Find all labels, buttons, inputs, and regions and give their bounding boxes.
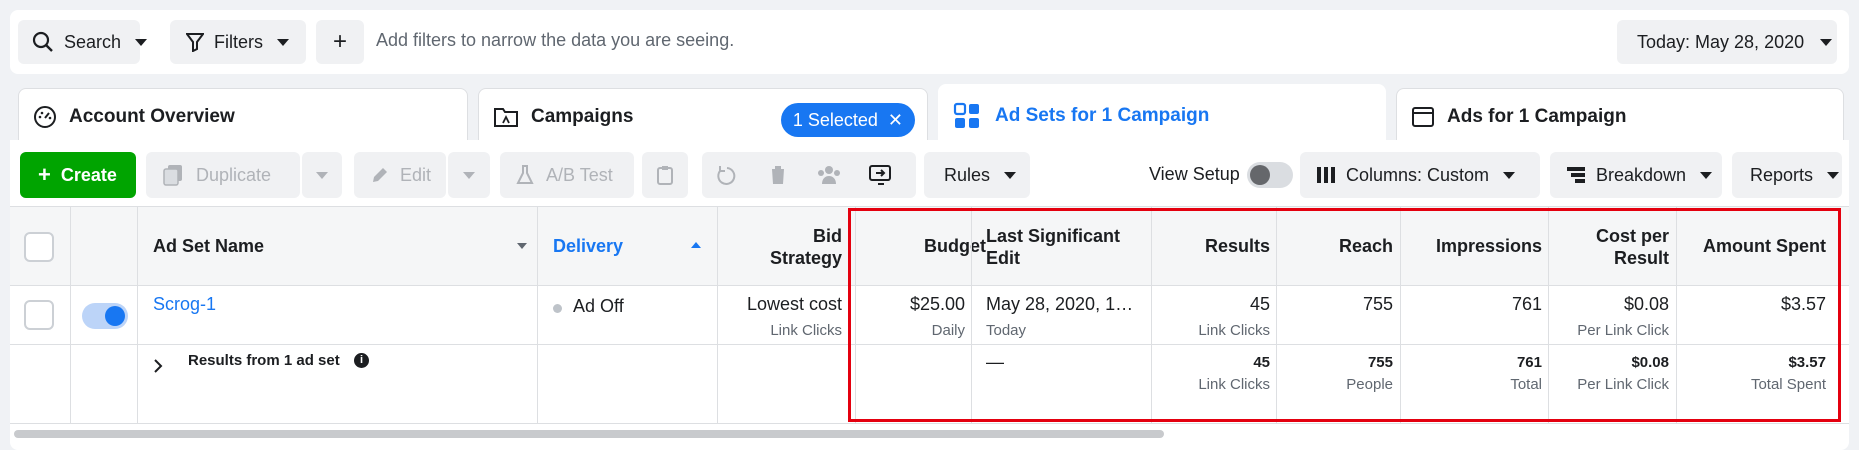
plus-icon: + (332, 28, 347, 55)
bid-strategy-sub: Link Clicks (770, 322, 842, 339)
rules-button[interactable]: Rules (924, 152, 1030, 198)
toolbar-icon-group (702, 152, 916, 198)
ab-test-button[interactable]: A/B Test (500, 152, 634, 198)
ad-set-name-link[interactable]: Scrog-1 (153, 294, 216, 315)
filter-icon (186, 33, 204, 52)
gauge-icon (34, 105, 56, 128)
trash-icon[interactable] (768, 164, 788, 191)
clipboard-icon (657, 166, 673, 185)
filters-label: Filters (214, 31, 263, 52)
duplicate-button[interactable]: Duplicate (146, 152, 300, 198)
date-label: Today: May 28, 2020 (1637, 31, 1805, 52)
edit-label: Edit (400, 164, 432, 185)
status-dot (553, 304, 562, 313)
tab-label: Ad Sets for 1 Campaign (995, 104, 1210, 126)
reports-button[interactable]: Reports (1732, 152, 1842, 198)
edit-dropdown[interactable] (448, 152, 490, 198)
duplicate-label: Duplicate (196, 164, 272, 185)
reports-label: Reports (1750, 164, 1814, 185)
filter-bar: Search Filters + Add filters to narrow t… (10, 10, 1849, 74)
folder-flag-icon (494, 107, 518, 127)
search-icon (32, 31, 53, 52)
info-icon[interactable]: i (354, 353, 369, 368)
chevron-down-icon (463, 171, 475, 179)
view-setup-toggle[interactable] (1247, 162, 1293, 188)
create-label: Create (60, 164, 117, 185)
chevron-down-icon (277, 38, 289, 46)
breakdown-icon (1567, 167, 1585, 183)
columns-button[interactable]: Columns: Custom (1300, 152, 1540, 198)
chevron-down-icon (1004, 171, 1017, 179)
view-setup-label: View Setup (1149, 164, 1240, 184)
tab-ad-sets[interactable]: Ad Sets for 1 Campaign (938, 84, 1386, 146)
chevron-down-icon (1700, 171, 1713, 179)
filters-button[interactable]: Filters (170, 20, 306, 64)
selected-count: 1 Selected (792, 109, 878, 130)
search-label: Search (64, 31, 122, 52)
duplicate-dropdown[interactable] (302, 152, 342, 198)
sort-up-icon[interactable] (691, 242, 701, 248)
select-all-checkbox[interactable] (24, 232, 54, 262)
pencil-icon (373, 168, 387, 182)
highlight-box (848, 208, 1841, 422)
add-filter-button[interactable]: + (316, 20, 364, 64)
plus-icon: + (38, 162, 51, 187)
header-bid-strategy-2: Strategy (769, 248, 842, 268)
header-bid-strategy-1[interactable]: Bid (730, 226, 842, 247)
duplicate-icon (163, 165, 182, 186)
tab-label: Ads for 1 Campaign (1447, 105, 1627, 127)
clipboard-button[interactable] (642, 152, 688, 198)
tab-label: Campaigns (531, 105, 634, 127)
tab-account-overview[interactable]: Account Overview (18, 88, 468, 144)
columns-icon (1317, 167, 1335, 183)
window-icon (1412, 106, 1434, 127)
chevron-right-icon[interactable] (152, 358, 164, 379)
edit-button[interactable]: Edit (354, 152, 446, 198)
row-checkbox[interactable] (24, 300, 54, 330)
search-button[interactable]: Search (18, 20, 148, 64)
columns-label: Columns: Custom (1346, 164, 1490, 185)
audience-icon[interactable] (816, 164, 842, 191)
tab-label: Account Overview (69, 105, 235, 127)
tab-ads[interactable]: Ads for 1 Campaign (1396, 88, 1844, 144)
header-delivery[interactable]: Delivery (553, 236, 623, 257)
toggle-knob (105, 306, 125, 326)
revert-icon[interactable] (716, 164, 738, 191)
summary-label: Results from 1 ad set (188, 352, 340, 369)
date-range-button[interactable]: Today: May 28, 2020 (1617, 20, 1837, 64)
preview-icon[interactable] (868, 163, 894, 192)
create-button[interactable]: + Create (20, 152, 136, 198)
chevron-down-icon (1820, 38, 1833, 46)
sort-down-icon[interactable] (517, 243, 527, 249)
rules-label: Rules (944, 164, 991, 185)
chevron-down-icon (135, 38, 148, 46)
ab-test-label: A/B Test (546, 164, 613, 185)
close-icon[interactable]: ✕ (888, 110, 903, 131)
grid-icon (953, 102, 979, 128)
flask-icon (516, 165, 534, 184)
toggle-knob (1250, 165, 1270, 185)
bid-strategy: Lowest cost (746, 294, 842, 314)
horizontal-scrollbar[interactable] (14, 430, 1164, 438)
header-ad-set-name[interactable]: Ad Set Name (153, 236, 264, 257)
chevron-down-icon (316, 171, 328, 179)
delivery-status: Ad Off (573, 296, 624, 316)
selected-badge[interactable]: 1 Selected ✕ (780, 103, 915, 137)
tab-campaigns[interactable]: Campaigns 1 Selected ✕ (478, 88, 928, 144)
chevron-down-icon (1503, 171, 1516, 179)
filter-placeholder: Add filters to narrow the data you are s… (376, 30, 735, 50)
breakdown-label: Breakdown (1596, 164, 1687, 185)
chevron-down-icon (1827, 171, 1840, 179)
breakdown-button[interactable]: Breakdown (1550, 152, 1722, 198)
ad-set-toggle[interactable] (82, 303, 128, 329)
